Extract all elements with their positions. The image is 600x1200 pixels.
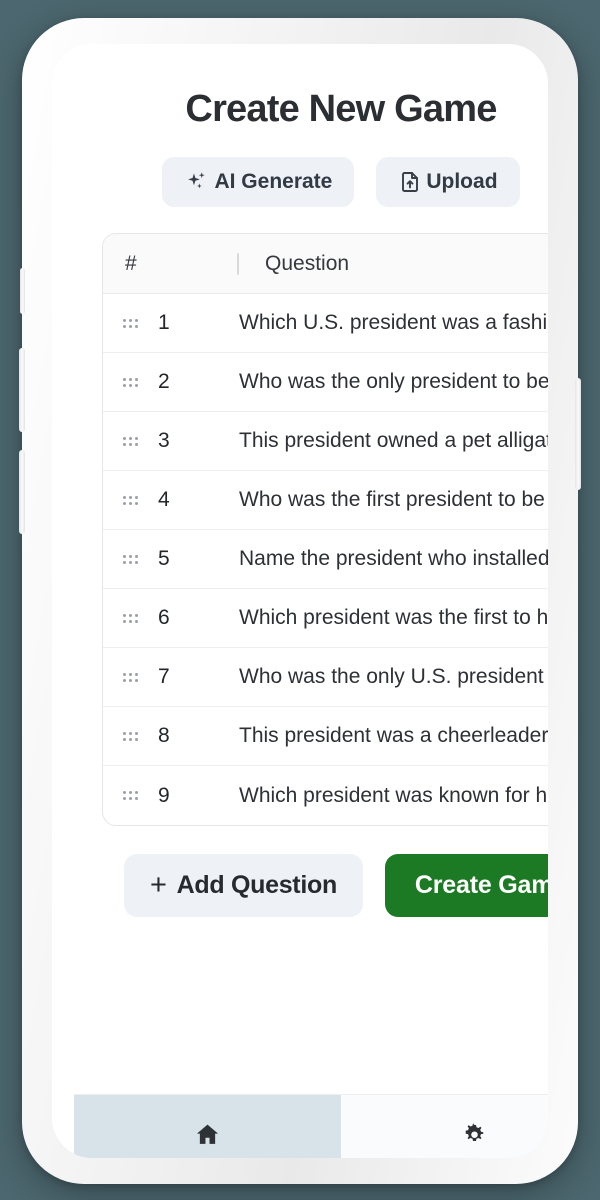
row-question[interactable]: Who was the first president to be born [239,488,548,512]
row-index: 6 [158,606,170,629]
drag-handle-icon[interactable] [123,318,138,328]
row-index: 2 [158,370,170,393]
table-row[interactable]: 6 Which president was the first to have … [103,589,548,648]
plus-icon: + [150,869,167,901]
upload-label: Upload [426,170,498,193]
row-number-cell: 2 [103,370,239,394]
drag-handle-icon[interactable] [123,377,138,387]
file-upload-icon [398,170,422,194]
nav-label-home: Home [177,1157,238,1158]
page-title: Create New Game [185,88,497,130]
row-number-cell: 4 [103,488,239,512]
volume-down-button[interactable] [19,450,25,534]
drag-handle-icon[interactable] [123,554,138,564]
form-actions: + Add Question Create Game [124,854,548,917]
drag-handle-icon[interactable] [123,613,138,623]
drag-handle-icon[interactable] [123,731,138,741]
ai-generate-label: AI Generate [214,170,333,193]
table-row[interactable]: 7 Who was the only U.S. president to ho [103,648,548,707]
row-number-cell: 8 [103,724,239,748]
questions-table: # Question 1 Which U.S. president was a … [102,233,548,826]
silent-switch[interactable] [20,268,25,314]
gear-icon [461,1121,488,1148]
table-row[interactable]: 1 Which U.S. president was a fashion mo [103,294,548,353]
nav-label-account-settings: Account Settings [388,1157,548,1158]
row-index: 1 [158,311,170,334]
nav-item-account-settings[interactable]: Account Settings [341,1095,548,1158]
row-question[interactable]: Which U.S. president was a fashion mo [239,311,548,335]
drag-handle-icon[interactable] [123,791,138,800]
row-question[interactable]: Who was the only president to be unan [239,370,548,394]
drag-handle-icon[interactable] [123,672,138,682]
row-question[interactable]: Name the president who installed sola [239,547,548,571]
row-index: 4 [158,488,170,511]
table-row[interactable]: 2 Who was the only president to be unan [103,353,548,412]
table-row[interactable]: 8 This president was a cheerleader in hi… [103,707,548,766]
table-row[interactable]: 3 This president owned a pet alligator. … [103,412,548,471]
row-question[interactable]: Which president was known for his lov [239,784,548,808]
table-header-row: # Question [103,234,548,294]
table-body: 1 Which U.S. president was a fashion mo … [103,294,548,825]
row-number-cell: 5 [103,547,239,571]
column-header-question[interactable]: Question [239,252,349,276]
row-index: 9 [158,783,170,807]
table-row[interactable]: 5 Name the president who installed sola [103,530,548,589]
row-question[interactable]: Who was the only U.S. president to ho [239,665,548,689]
upload-button[interactable]: Upload [376,157,520,207]
row-number-cell: 7 [103,665,239,689]
table-row[interactable]: 4 Who was the first president to be born [103,471,548,530]
drag-handle-icon[interactable] [123,436,138,446]
row-index: 5 [158,547,170,570]
volume-up-button[interactable] [19,348,25,432]
row-number-cell: 3 [103,429,239,453]
column-header-number[interactable]: # [103,252,237,276]
home-icon [194,1121,221,1148]
sparkles-icon [184,169,210,195]
create-game-button[interactable]: Create Game [384,854,548,917]
row-question[interactable]: This president was a cheerleader in hig [239,724,548,748]
row-number-cell: 1 [103,311,239,335]
row-index: 8 [158,724,170,747]
nav-item-home[interactable]: Home [74,1095,341,1158]
bottom-navigation: Home Account Settings [74,1094,548,1158]
add-question-button[interactable]: + Add Question [124,854,363,917]
row-index: 3 [158,429,170,452]
row-index: 7 [158,665,170,688]
generation-actions: AI Generate Upload [74,157,548,207]
row-number-cell: 9 [103,784,239,808]
app-screen: Create New Game AI Generate Upload # Que… [74,44,548,1158]
ai-generate-button[interactable]: AI Generate [162,157,355,207]
table-row[interactable]: 9 Which president was known for his lov [103,766,548,825]
row-number-cell: 6 [103,606,239,630]
add-question-label: Add Question [176,871,338,899]
row-question[interactable]: Which president was the first to have e [239,606,548,630]
phone-bezel: Create New Game AI Generate Upload # Que… [52,44,548,1158]
content-area: Create New Game AI Generate Upload # Que… [74,44,548,1094]
power-button[interactable] [575,378,581,490]
phone-frame: Create New Game AI Generate Upload # Que… [19,18,581,1184]
row-question[interactable]: This president owned a pet alligator. N [239,429,548,453]
drag-handle-icon[interactable] [123,495,138,505]
